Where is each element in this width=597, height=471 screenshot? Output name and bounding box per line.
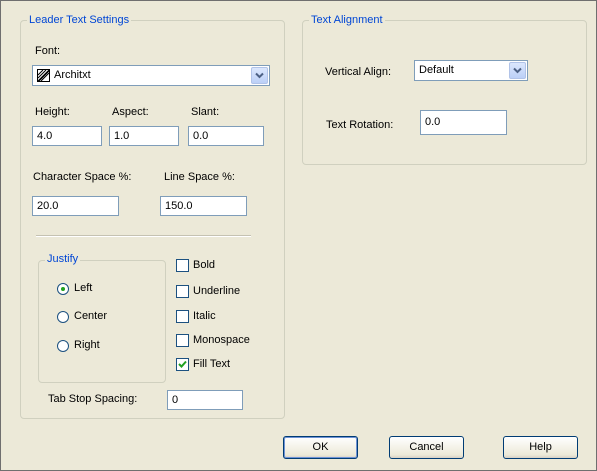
- chevron-down-icon: [255, 72, 264, 79]
- vertical-align-select[interactable]: Default: [414, 60, 528, 81]
- slant-field[interactable]: 0.0: [188, 126, 264, 146]
- line-space-field[interactable]: 150.0: [160, 196, 247, 216]
- text-rotation-field[interactable]: 0.0: [420, 110, 507, 135]
- vertical-align-dropdown-button[interactable]: [509, 62, 526, 79]
- vertical-align-value: Default: [419, 64, 454, 76]
- check-mark-icon: [178, 360, 187, 368]
- text-alignment-legend: Text Alignment: [309, 14, 385, 26]
- monospace-checkbox-label[interactable]: Monospace: [193, 334, 250, 346]
- text-rotation-label: Text Rotation:: [326, 119, 394, 131]
- ok-button[interactable]: OK: [283, 436, 358, 459]
- vertical-align-label: Vertical Align:: [325, 66, 392, 78]
- font-select[interactable]: Architxt: [32, 65, 270, 86]
- italic-checkbox-box[interactable]: [176, 310, 189, 323]
- radio-right-label[interactable]: Right: [74, 339, 100, 351]
- fill-text-checkbox-box[interactable]: [176, 358, 189, 371]
- line-space-label: Line Space %:: [164, 171, 235, 183]
- italic-checkbox-label[interactable]: Italic: [193, 310, 216, 322]
- leader-text-settings-legend: Leader Text Settings: [27, 14, 132, 26]
- radio-center-label[interactable]: Center: [74, 310, 107, 322]
- radio-left-label[interactable]: Left: [74, 282, 92, 294]
- radio-left-button[interactable]: [57, 283, 69, 295]
- height-label: Height:: [35, 106, 70, 118]
- height-field[interactable]: 4.0: [32, 126, 102, 146]
- leader-separator: [36, 235, 251, 237]
- slant-label: Slant:: [191, 106, 220, 118]
- underline-checkbox-label[interactable]: Underline: [193, 285, 240, 297]
- aspect-field[interactable]: 1.0: [109, 126, 179, 146]
- font-label: Font:: [35, 45, 61, 57]
- tab-stop-spacing-field[interactable]: 0: [167, 390, 243, 410]
- radio-right-button[interactable]: [57, 340, 69, 352]
- radio-selected-dot: [61, 287, 65, 291]
- bold-checkbox-label[interactable]: Bold: [193, 259, 215, 271]
- font-glyph-icon: [37, 69, 50, 82]
- justify-legend: Justify: [45, 253, 81, 265]
- text-alignment-group: [302, 20, 587, 165]
- chevron-down-icon: [513, 67, 522, 74]
- cancel-button[interactable]: Cancel: [389, 436, 464, 459]
- underline-checkbox-box[interactable]: [176, 285, 189, 298]
- font-dropdown-button[interactable]: [251, 67, 268, 84]
- character-space-field[interactable]: 20.0: [32, 196, 119, 216]
- radio-center-button[interactable]: [57, 311, 69, 323]
- font-value: Architxt: [54, 69, 91, 81]
- help-button[interactable]: Help: [503, 436, 578, 459]
- tab-stop-spacing-label: Tab Stop Spacing:: [48, 393, 138, 405]
- monospace-checkbox-box[interactable]: [176, 334, 189, 347]
- bold-checkbox-box[interactable]: [176, 259, 189, 272]
- character-space-label: Character Space %:: [33, 171, 132, 183]
- fill-text-checkbox-label[interactable]: Fill Text: [193, 358, 230, 370]
- aspect-label: Aspect:: [112, 106, 149, 118]
